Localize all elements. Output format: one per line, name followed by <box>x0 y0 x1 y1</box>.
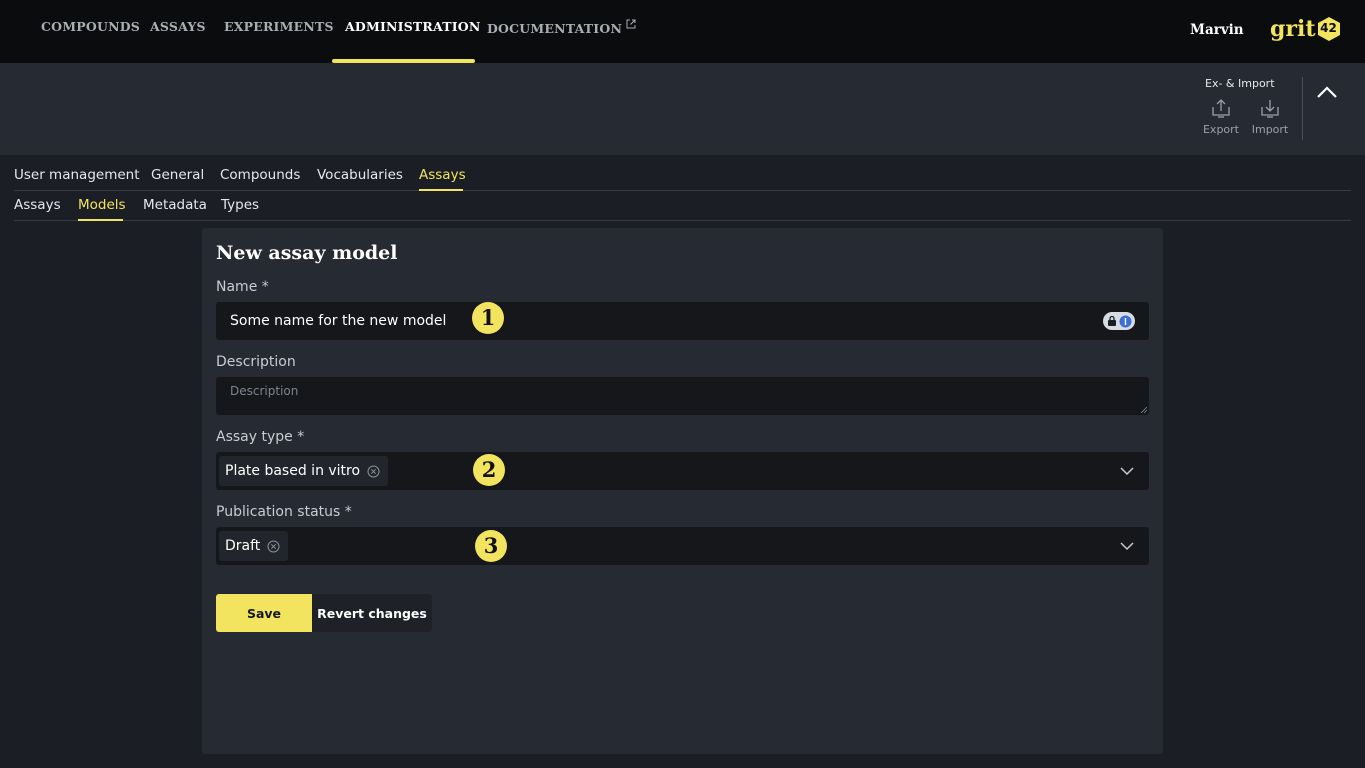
publication-status-chip: Draft <box>219 531 289 561</box>
callout-number: 2 <box>482 457 497 482</box>
clear-icon[interactable] <box>367 465 380 478</box>
publication-status-value: Draft <box>225 538 261 554</box>
revert-changes-button[interactable]: Revert changes <box>312 594 432 632</box>
logo-text: grit <box>1270 16 1316 42</box>
nav-assays[interactable]: ASSAYS <box>150 19 206 34</box>
user-menu[interactable]: Marvin <box>1190 22 1244 38</box>
subtab-models[interactable]: Models <box>78 197 126 213</box>
logo-badge-number: 42 <box>1320 21 1337 35</box>
assay-type-value: Plate based in vitro <box>225 463 361 479</box>
subtab-assays[interactable]: Assays <box>14 197 61 213</box>
top-navigation: COMPOUNDS ASSAYS EXPERIMENTS ADMINISTRAT… <box>0 0 1365 63</box>
clear-icon[interactable] <box>267 540 280 553</box>
tab-compounds[interactable]: Compounds <box>220 167 300 183</box>
tab-vocabularies[interactable]: Vocabularies <box>317 167 403 183</box>
chevron-down-icon[interactable] <box>1119 464 1135 478</box>
description-label: Description <box>216 354 296 370</box>
import-label: Import <box>1251 123 1289 136</box>
logo[interactable]: grit 42 <box>1270 15 1341 43</box>
description-input[interactable]: Description <box>216 377 1149 415</box>
resize-handle-icon[interactable] <box>1141 407 1147 413</box>
logo-badge: 42 <box>1317 16 1341 42</box>
tab-assays[interactable]: Assays <box>419 167 466 183</box>
name-label: Name * <box>216 279 269 295</box>
chevron-down-icon[interactable] <box>1119 539 1135 553</box>
name-value: Some name for the new model <box>230 313 447 329</box>
nav-documentation[interactable]: DOCUMENTATION <box>487 19 636 36</box>
nav-experiments[interactable]: EXPERIMENTS <box>224 19 334 34</box>
toolbar: Ex- & Import Export Import <box>0 63 1365 155</box>
export-label: Export <box>1202 123 1239 136</box>
callout-badge-3: 3 <box>474 529 508 563</box>
chevron-up-icon[interactable] <box>1315 83 1339 101</box>
export-button[interactable]: Export <box>1199 97 1243 136</box>
tab-user-management[interactable]: User management <box>14 167 140 183</box>
assay-type-chip: Plate based in vitro <box>219 456 389 486</box>
callout-number: 1 <box>481 305 496 330</box>
callout-badge-2: 2 <box>472 453 506 487</box>
import-export-title: Ex- & Import <box>1205 77 1275 90</box>
assay-type-select[interactable]: Plate based in vitro <box>216 452 1149 490</box>
password-manager-icon[interactable] <box>1103 312 1135 330</box>
subtab-types[interactable]: Types <box>221 197 259 213</box>
assay-type-label: Assay type * <box>216 429 305 445</box>
lock-icon <box>1107 315 1116 326</box>
form-title: New assay model <box>216 242 398 264</box>
nav-documentation-label: DOCUMENTATION <box>487 21 623 36</box>
publication-status-label: Publication status * <box>216 504 352 520</box>
active-tab-indicator <box>419 189 463 191</box>
name-input[interactable]: Some name for the new model <box>216 302 1149 340</box>
import-button[interactable]: Import <box>1248 97 1292 136</box>
callout-number: 3 <box>484 533 499 558</box>
tab-general[interactable]: General <box>151 167 204 183</box>
export-icon <box>1212 99 1230 118</box>
subtab-metadata[interactable]: Metadata <box>143 197 207 213</box>
new-assay-model-form: New assay model Name * Some name for the… <box>202 228 1163 754</box>
active-subtab-indicator <box>78 219 123 221</box>
toolbar-divider <box>1302 77 1303 140</box>
admin-tabs: User management General Compounds Vocabu… <box>14 163 1351 191</box>
save-button[interactable]: Save <box>216 594 312 632</box>
nav-administration[interactable]: ADMINISTRATION <box>345 19 481 34</box>
nav-compounds[interactable]: COMPOUNDS <box>41 19 140 34</box>
assay-subtabs: Assays Models Metadata Types <box>14 193 1351 221</box>
description-placeholder: Description <box>230 384 299 398</box>
info-icon <box>1119 315 1132 327</box>
publication-status-select[interactable]: Draft <box>216 527 1149 565</box>
import-icon <box>1261 100 1279 118</box>
external-link-icon <box>626 19 636 29</box>
callout-badge-1: 1 <box>471 301 505 335</box>
